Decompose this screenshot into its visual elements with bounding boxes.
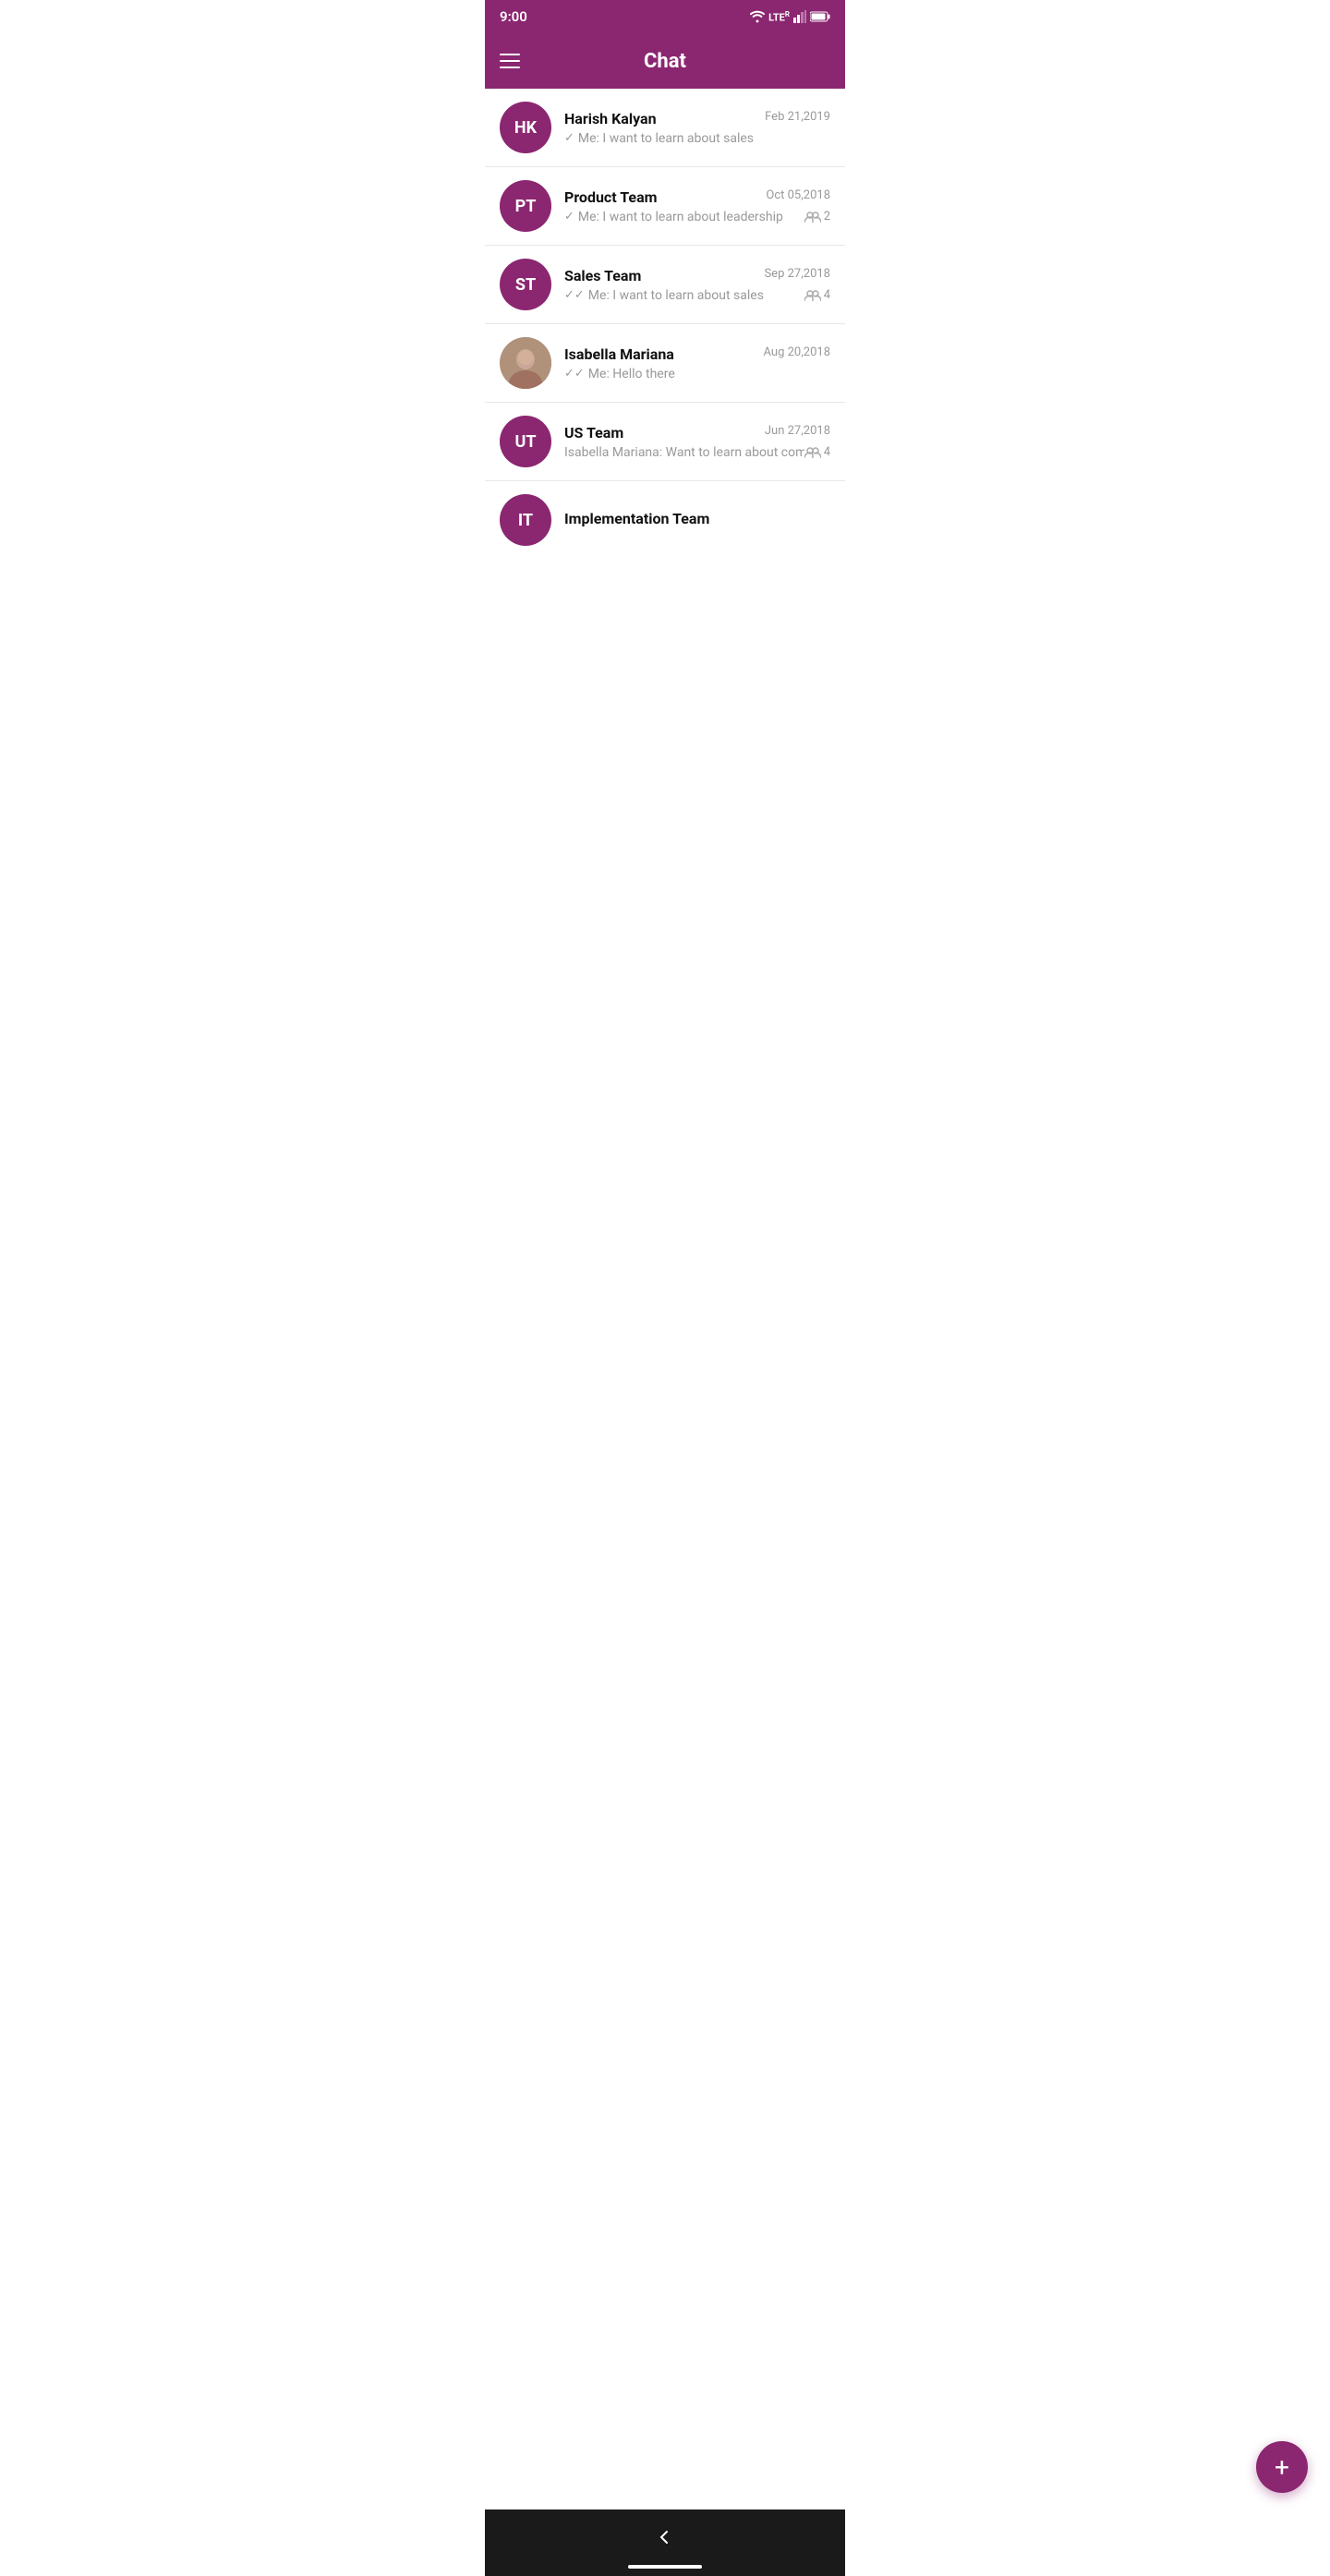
chat-info: Implementation Team	[564, 510, 830, 531]
member-count: 4	[804, 445, 830, 459]
preview-text: Me: Hello there	[588, 367, 675, 381]
app-header: Chat	[485, 33, 845, 89]
chat-info: Sales TeamSep 27,2018✓✓Me: I want to lea…	[564, 267, 830, 303]
chat-top-row: Sales Team Sep 27,2018	[564, 267, 830, 284]
chat-name: Harish Kalyan	[564, 110, 657, 127]
single-check-icon: ✓	[564, 210, 574, 224]
chat-name: Product Team	[564, 188, 658, 206]
chat-name: US Team	[564, 424, 623, 441]
double-check-icon: ✓✓	[564, 288, 585, 302]
chat-top-row: Implementation Team	[564, 510, 830, 527]
chat-preview: Isabella Mariana: Want to learn about co…	[564, 445, 804, 460]
chat-top-row: Product Team Oct 05,2018	[564, 188, 830, 206]
chat-item[interactable]: Isabella Mariana Aug 20,2018 ✓✓Me: Hello t…	[485, 324, 845, 403]
status-icons: LTER	[750, 10, 830, 24]
chat-top-row: Harish Kalyan Feb 21,2019	[564, 110, 830, 127]
preview-text: Isabella Mariana: Want to learn about co…	[564, 445, 804, 460]
chat-date: Jun 27,2018	[765, 424, 830, 438]
lte-label: LTER	[768, 10, 790, 24]
chat-info: Harish Kalyan Feb 21,2019 ✓ Me: I want to l…	[564, 110, 830, 146]
status-bar: 9:00 LTER	[485, 0, 845, 33]
page-title: Chat	[644, 50, 686, 73]
member-count: 2	[804, 210, 830, 224]
group-icon	[804, 446, 821, 459]
chat-item[interactable]: IT Implementation Team	[485, 481, 845, 559]
chat-date: Feb 21,2019	[765, 110, 830, 124]
avatar: PT	[500, 180, 551, 232]
chat-item[interactable]: HK Harish Kalyan Feb 21,2019 ✓ Me: I want to…	[485, 89, 845, 167]
chat-date: Sep 27,2018	[764, 267, 830, 281]
battery-icon	[810, 11, 830, 22]
new-chat-fab[interactable]: +	[1256, 2441, 1308, 2493]
chat-bottom-row: Isabella Mariana: Want to learn about co…	[564, 445, 830, 460]
chat-top-row: US Team Jun 27,2018	[564, 424, 830, 441]
system-bar	[485, 2509, 845, 2576]
member-count: 4	[804, 288, 830, 302]
home-gesture-pill[interactable]	[628, 2565, 702, 2569]
double-check-icon: ✓✓	[564, 367, 585, 381]
single-check-icon: ✓	[564, 131, 574, 145]
wifi-icon	[750, 10, 765, 23]
chat-bottom-row: ✓ Me: I want to learn about sales	[564, 131, 830, 146]
group-icon	[804, 289, 821, 302]
chat-preview: ✓ Me: I want to learn about leadership	[564, 210, 783, 224]
signal-icon	[793, 10, 806, 23]
chat-preview: ✓✓Me: I want to learn about sales	[564, 288, 764, 303]
chat-name: Sales Team	[564, 267, 641, 284]
chat-name: Implementation Team	[564, 510, 709, 527]
chat-info: Product Team Oct 05,2018 ✓ Me: I want to le…	[564, 188, 830, 224]
group-icon	[804, 211, 821, 224]
avatar: ST	[500, 259, 551, 310]
avatar	[500, 337, 551, 389]
chat-date: Oct 05,2018	[766, 188, 830, 202]
menu-button[interactable]	[500, 54, 520, 68]
chat-bottom-row: ✓ Me: I want to learn about leadership 2	[564, 210, 830, 224]
chat-name: Isabella Mariana	[564, 345, 674, 363]
avatar: IT	[500, 494, 551, 546]
back-button[interactable]	[658, 2530, 672, 2545]
chat-bottom-row: ✓✓Me: Hello there	[564, 367, 830, 381]
chat-item[interactable]: STSales TeamSep 27,2018✓✓Me: I want to l…	[485, 246, 845, 324]
plus-icon: +	[1275, 2452, 1289, 2483]
chat-info: US Team Jun 27,2018 Isabella Mariana: Want…	[564, 424, 830, 460]
avatar: UT	[500, 416, 551, 467]
chat-date: Aug 20,2018	[764, 345, 831, 359]
chat-bottom-row: ✓✓Me: I want to learn about sales 4	[564, 288, 830, 303]
preview-text: Me: I want to learn about sales	[578, 131, 754, 146]
chat-item[interactable]: UT US Team Jun 27,2018 Isabella Mariana: Wa…	[485, 403, 845, 481]
avatar: HK	[500, 102, 551, 153]
status-time: 9:00	[500, 8, 527, 25]
chat-preview: ✓✓Me: Hello there	[564, 367, 675, 381]
chat-top-row: Isabella Mariana Aug 20,2018	[564, 345, 830, 363]
preview-text: Me: I want to learn about leadership	[578, 210, 783, 224]
chat-preview: ✓ Me: I want to learn about sales	[564, 131, 754, 146]
preview-text: Me: I want to learn about sales	[588, 288, 764, 303]
chat-list: HK Harish Kalyan Feb 21,2019 ✓ Me: I want to…	[485, 89, 845, 707]
chat-info: Isabella Mariana Aug 20,2018 ✓✓Me: Hello t…	[564, 345, 830, 381]
chat-item[interactable]: PT Product Team Oct 05,2018 ✓ Me: I want to …	[485, 167, 845, 246]
